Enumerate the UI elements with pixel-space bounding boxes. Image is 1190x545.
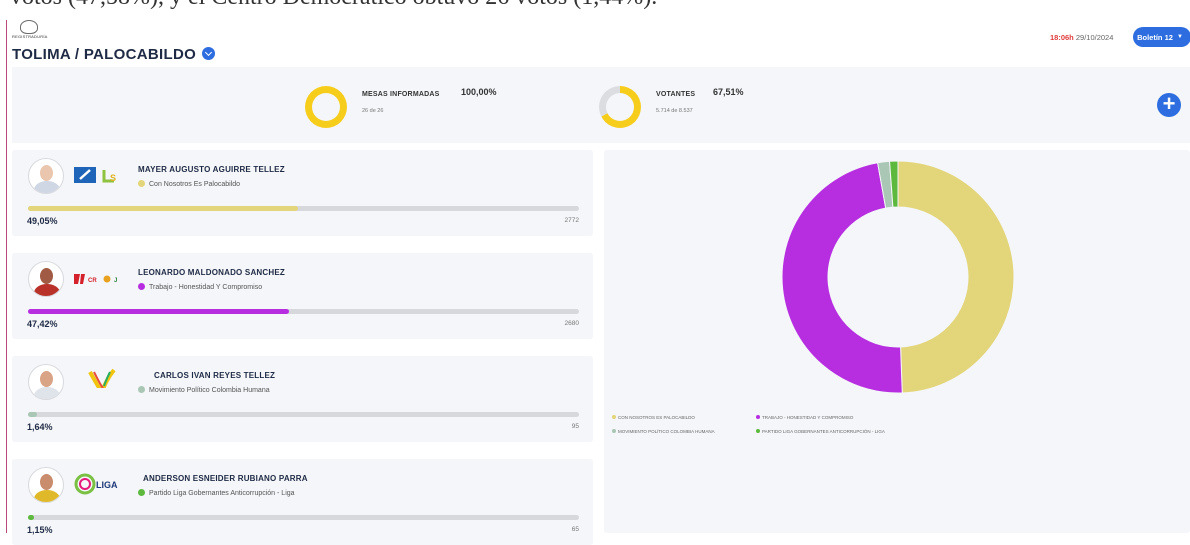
votantes-gauge-icon — [599, 86, 641, 128]
vote-percent: 47,42% — [27, 319, 58, 329]
mesas-label: MESAS INFORMADAS — [362, 91, 440, 98]
legend-item: TRABAJO - HONESTIDAD Y COMPROMISO — [756, 415, 853, 420]
chevron-down-icon[interactable] — [202, 47, 216, 60]
add-button[interactable]: + — [1157, 93, 1181, 117]
bulletin-label: Boletín 12 — [1137, 32, 1173, 42]
vote-percent: 1,15% — [27, 525, 53, 535]
vote-progress-bar — [28, 412, 579, 417]
votantes-value: 67,51% — [713, 87, 744, 97]
mesas-sub: 26 de 26 — [362, 108, 384, 114]
left-divider — [6, 20, 7, 533]
vote-count: 2680 — [564, 320, 579, 327]
svg-text:J: J — [114, 278, 117, 284]
avatar — [28, 158, 64, 194]
svg-text:CR: CR — [88, 278, 97, 284]
bulletin-timestamp: 18:06h 29/10/2024 — [1050, 33, 1113, 42]
candidate-card[interactable]: LIGA ANDERSON ESNEIDER RUBIANO PARRA Par… — [12, 459, 593, 545]
svg-text:LIGA: LIGA — [96, 480, 118, 490]
party-dot-icon — [138, 489, 145, 496]
page-title[interactable]: TOLIMA / PALOCABILDO — [12, 46, 216, 63]
votantes-sub: 5.714 de 8.537 — [656, 108, 693, 114]
legend-item: MOVIMIENTO POLÍTICO COLOMBIA HUMANA — [612, 429, 715, 434]
party-name: Partido Liga Gobernantes Anticorrupción … — [138, 489, 295, 497]
legend-dot-icon — [612, 429, 616, 433]
legend-dot-icon — [756, 415, 760, 419]
candidate-card[interactable]: S MAYER AUGUSTO AGUIRRE TELLEZ Con Nosot… — [12, 150, 593, 236]
vote-progress-fill — [28, 206, 299, 211]
party-name: Trabajo - Honestidad Y Compromiso — [138, 283, 262, 291]
legend-item: PARTIDO LIGA GOBERNANTES ANTICORRUPCIÓN … — [756, 429, 885, 434]
vote-count: 65 — [571, 526, 579, 533]
vote-progress-fill — [28, 309, 290, 314]
legend-dot-icon — [612, 415, 616, 419]
svg-text:S: S — [110, 173, 116, 183]
avatar — [28, 467, 64, 503]
candidate-name: CARLOS IVAN REYES TELLEZ — [154, 371, 276, 380]
plus-icon: + — [1162, 91, 1176, 116]
candidate-name: ANDERSON ESNEIDER RUBIANO PARRA — [143, 474, 308, 483]
vote-progress-bar — [28, 206, 579, 211]
vote-progress-bar — [28, 515, 579, 520]
bulletin-date: 29/10/2024 — [1075, 33, 1114, 42]
cropped-text-band: votos (47,58%), y el Centro Democrático … — [0, 0, 1190, 10]
candidate-card[interactable]: CR J LEONARDO MALDONADO SANCHEZ Trabajo … — [12, 253, 593, 339]
party-logo-icon: S — [74, 167, 116, 183]
chart-panel: CON NOSOTROS ES PALOCABILDO TRABAJO - HO… — [604, 150, 1190, 533]
logo-text: REGISTRADURÍA — [12, 34, 48, 39]
legend-label: PARTIDO LIGA GOBERNANTES ANTICORRUPCIÓN … — [762, 429, 885, 434]
vote-progress-fill — [28, 515, 35, 520]
party-logo-icon: CR J — [74, 274, 117, 284]
vote-progress-fill — [28, 412, 38, 417]
legend-item: CON NOSOTROS ES PALOCABILDO — [612, 415, 695, 420]
legend-label: TRABAJO - HONESTIDAD Y COMPROMISO — [762, 415, 854, 420]
donut-slice[interactable] — [897, 160, 1015, 394]
party-name: Movimiento Político Colombia Humana — [138, 386, 270, 394]
vote-progress-bar — [28, 309, 579, 314]
party-name: Con Nosotros Es Palocabildo — [138, 180, 240, 188]
legend-label: CON NOSOTROS ES PALOCABILDO — [618, 415, 695, 420]
mesas-gauge-icon — [305, 86, 347, 128]
party-dot-icon — [138, 283, 145, 290]
cropped-caption: votos (47,58%), y el Centro Democrático … — [10, 0, 657, 10]
avatar — [28, 261, 64, 297]
bulletin-time: 18:06h — [1050, 33, 1074, 42]
bulletin-select-button[interactable]: Boletín 12 ▼ — [1133, 27, 1190, 47]
votantes-label: VOTANTES — [656, 91, 696, 98]
legend-label: MOVIMIENTO POLÍTICO COLOMBIA HUMANA — [618, 429, 715, 434]
party-logo-icon: LIGA — [74, 473, 118, 495]
avatar — [28, 364, 64, 400]
vote-percent: 1,64% — [27, 422, 53, 432]
mesas-value: 100,00% — [461, 87, 497, 97]
caret-down-icon: ▼ — [1176, 34, 1183, 40]
candidate-name: LEONARDO MALDONADO SANCHEZ — [138, 268, 285, 277]
vote-count: 95 — [571, 423, 579, 430]
vote-percent: 49,05% — [27, 216, 58, 226]
vote-donut-chart — [781, 160, 1015, 394]
party-logo-icon — [88, 368, 116, 388]
registry-logo: REGISTRADURÍA — [12, 20, 48, 42]
candidate-card[interactable]: CARLOS IVAN REYES TELLEZ Movimiento Polí… — [12, 356, 593, 442]
vote-count: 2772 — [564, 217, 579, 224]
party-dot-icon — [138, 386, 145, 393]
location-title: TOLIMA / PALOCABILDO — [12, 46, 197, 63]
registry-emblem-icon — [20, 20, 38, 34]
legend-dot-icon — [756, 429, 760, 433]
party-dot-icon — [138, 180, 145, 187]
candidate-name: MAYER AUGUSTO AGUIRRE TELLEZ — [138, 165, 285, 174]
